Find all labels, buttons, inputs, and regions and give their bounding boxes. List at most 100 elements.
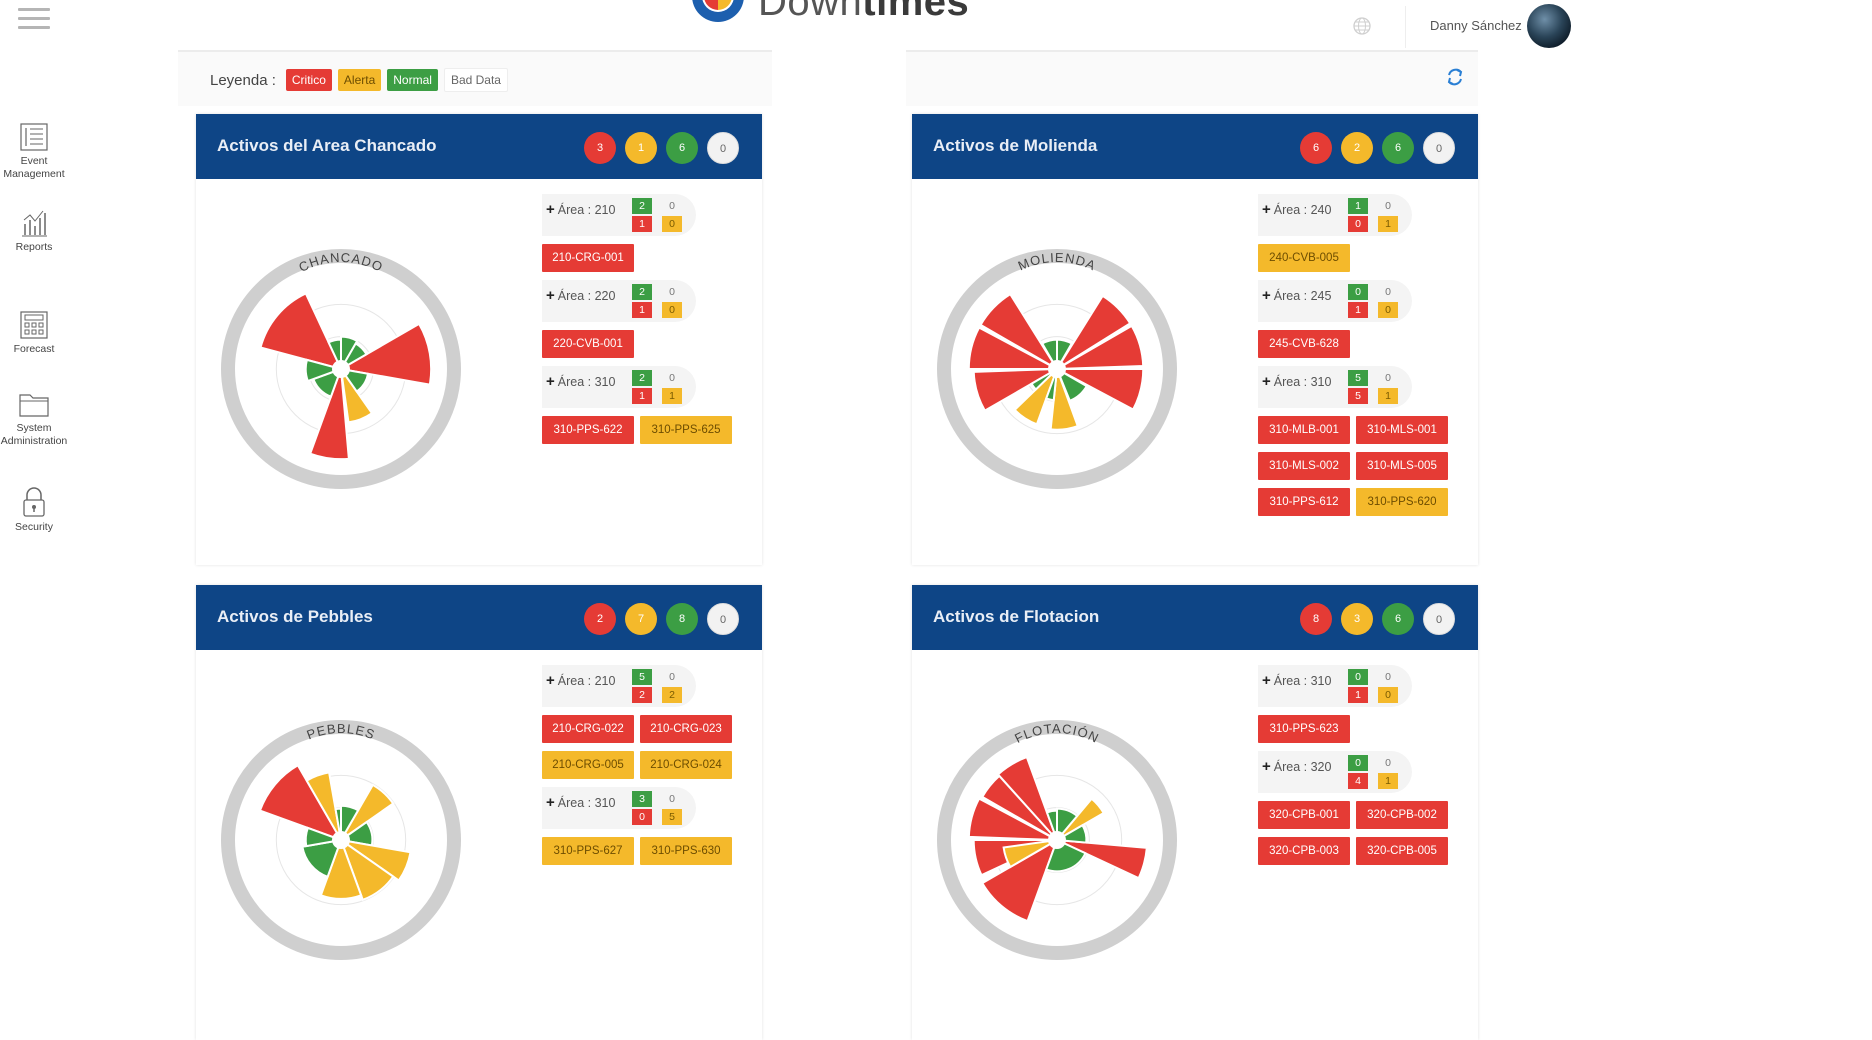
bad-data-count: 0 xyxy=(1385,671,1391,683)
asset-button[interactable]: 310-PPS-620 xyxy=(1356,488,1448,516)
alert-count: 0 xyxy=(662,302,682,318)
radar-chart[interactable]: FLOTACIÓN xyxy=(932,715,1182,965)
area-label[interactable]: + Área : 240 xyxy=(1262,201,1331,218)
area-card-flotacion: Activos de Flotacion 8 3 6 0 FLOTACIÓN +… xyxy=(912,585,1478,1040)
asset-button[interactable]: 310-MLS-005 xyxy=(1356,452,1448,480)
globe-icon[interactable] xyxy=(1352,16,1372,36)
expand-plus-icon[interactable]: + xyxy=(1262,287,1271,304)
alert-count-badge[interactable]: 3 xyxy=(1341,603,1373,635)
expand-plus-icon[interactable]: + xyxy=(546,672,555,689)
asset-button[interactable]: 320-CPB-003 xyxy=(1258,837,1350,865)
area-label[interactable]: + Área : 310 xyxy=(546,794,615,811)
area-label[interactable]: + Área : 320 xyxy=(1262,758,1331,775)
user-name[interactable]: Danny Sánchez xyxy=(1430,18,1522,33)
expand-plus-icon[interactable]: + xyxy=(1262,672,1271,689)
area-summary[interactable]: + Área : 220 2 0 1 0 xyxy=(542,280,696,322)
area-summary[interactable]: + Área : 310 2 0 1 1 xyxy=(542,366,696,408)
critical-count: 1 xyxy=(632,302,652,318)
asset-button[interactable]: 320-CPB-001 xyxy=(1258,801,1350,829)
critical-count-badge[interactable]: 3 xyxy=(584,132,616,164)
bad-data-count-badge[interactable]: 0 xyxy=(1423,603,1455,635)
bad-data-count-badge[interactable]: 0 xyxy=(707,603,739,635)
asset-button[interactable]: 310-PPS-612 xyxy=(1258,488,1350,516)
asset-button[interactable]: 310-MLS-002 xyxy=(1258,452,1350,480)
bad-data-count-badge[interactable]: 0 xyxy=(707,132,739,164)
critical-count: 1 xyxy=(632,388,652,404)
asset-button[interactable]: 245-CVB-628 xyxy=(1258,330,1350,358)
area-list: + Área : 210 5 0 2 2 210-CRG-022 210-CRG-023 210… xyxy=(542,665,762,873)
area-label[interactable]: + Área : 310 xyxy=(1262,373,1331,390)
expand-plus-icon[interactable]: + xyxy=(546,794,555,811)
avatar[interactable] xyxy=(1527,4,1571,48)
radar-sector[interactable] xyxy=(259,292,343,371)
area-label[interactable]: + Área : 210 xyxy=(546,201,615,218)
normal-count-badge[interactable]: 8 xyxy=(666,603,698,635)
asset-button[interactable]: 320-CPB-002 xyxy=(1356,801,1448,829)
asset-row: 210-CRG-005 210-CRG-024 xyxy=(542,751,762,779)
asset-row: 310-PPS-623 xyxy=(1258,715,1478,743)
asset-row: 220-CVB-001 xyxy=(542,330,762,358)
sidebar-item-label: Reports xyxy=(15,241,53,253)
radar-chart[interactable]: PEBBLES xyxy=(216,715,466,965)
lock-icon xyxy=(23,487,45,517)
critical-count-badge[interactable]: 2 xyxy=(584,603,616,635)
card-header: Activos de Flotacion 8 3 6 0 xyxy=(912,585,1478,650)
alert-count-badge[interactable]: 1 xyxy=(625,132,657,164)
radar-chart[interactable]: MOLIENDA xyxy=(932,244,1182,494)
asset-button[interactable]: 310-PPS-623 xyxy=(1258,715,1350,743)
sidebar-item-system-administration[interactable]: System Administration xyxy=(0,389,68,448)
area-summary[interactable]: + Área : 310 5 0 5 1 xyxy=(1258,366,1412,408)
asset-button[interactable]: 310-PPS-625 xyxy=(640,416,732,444)
bad-data-count-badge[interactable]: 0 xyxy=(1423,132,1455,164)
area-summary[interactable]: + Área : 310 3 0 0 5 xyxy=(542,787,696,829)
area-summary[interactable]: + Área : 210 5 0 2 2 xyxy=(542,665,696,707)
normal-count-badge[interactable]: 6 xyxy=(1382,603,1414,635)
area-label[interactable]: + Área : 245 xyxy=(1262,287,1331,304)
normal-count-badge[interactable]: 6 xyxy=(666,132,698,164)
area-summary[interactable]: + Área : 310 0 0 1 0 xyxy=(1258,665,1412,707)
normal-count: 2 xyxy=(632,198,652,214)
sidebar-item-security[interactable]: Security xyxy=(0,486,68,534)
asset-button[interactable]: 310-PPS-630 xyxy=(640,837,732,865)
area-label[interactable]: + Área : 310 xyxy=(546,373,615,390)
area-label[interactable]: + Área : 310 xyxy=(1262,672,1331,689)
asset-button[interactable]: 320-CPB-005 xyxy=(1356,837,1448,865)
area-label[interactable]: + Área : 220 xyxy=(546,287,615,304)
alert-count-badge[interactable]: 7 xyxy=(625,603,657,635)
area-summary[interactable]: + Área : 320 0 0 4 1 xyxy=(1258,751,1412,793)
expand-plus-icon[interactable]: + xyxy=(1262,373,1271,390)
asset-button[interactable]: 240-CVB-005 xyxy=(1258,244,1350,272)
sidebar-item-forecast[interactable]: Forecast xyxy=(0,310,68,356)
expand-plus-icon[interactable]: + xyxy=(1262,758,1271,775)
area-summary[interactable]: + Área : 210 2 0 1 0 xyxy=(542,194,696,236)
critical-count-badge[interactable]: 6 xyxy=(1300,132,1332,164)
sidebar: Event Management Reports Forecast System… xyxy=(0,0,86,1040)
area-label[interactable]: + Área : 210 xyxy=(546,672,615,689)
area-list: + Área : 210 2 0 1 0 210-CRG-001 + Área : 220 2 0 1… xyxy=(542,194,762,452)
sidebar-item-event-management[interactable]: Event Management xyxy=(0,122,68,181)
refresh-icon[interactable] xyxy=(1444,66,1466,88)
expand-plus-icon[interactable]: + xyxy=(546,373,555,390)
sidebar-item-reports[interactable]: Reports xyxy=(0,208,68,254)
critical-count-badge[interactable]: 8 xyxy=(1300,603,1332,635)
expand-plus-icon[interactable]: + xyxy=(546,287,555,304)
expand-plus-icon[interactable]: + xyxy=(546,201,555,218)
asset-button[interactable]: 310-PPS-622 xyxy=(542,416,634,444)
asset-button[interactable]: 210-CRG-001 xyxy=(542,244,634,272)
expand-plus-icon[interactable]: + xyxy=(1262,201,1271,218)
asset-button[interactable]: 210-CRG-022 xyxy=(542,715,634,743)
sidebar-item-label: System Administration xyxy=(0,422,68,447)
asset-button[interactable]: 310-PPS-627 xyxy=(542,837,634,865)
asset-button[interactable]: 310-MLS-001 xyxy=(1356,416,1448,444)
hamburger-menu-icon[interactable] xyxy=(18,8,50,34)
asset-button[interactable]: 210-CRG-005 xyxy=(542,751,634,779)
radar-chart[interactable]: CHANCADO xyxy=(216,244,466,494)
area-summary[interactable]: + Área : 240 1 0 0 1 xyxy=(1258,194,1412,236)
area-summary[interactable]: + Área : 245 0 0 1 0 xyxy=(1258,280,1412,322)
normal-count-badge[interactable]: 6 xyxy=(1382,132,1414,164)
alert-count-badge[interactable]: 2 xyxy=(1341,132,1373,164)
asset-button[interactable]: 210-CRG-023 xyxy=(640,715,732,743)
asset-button[interactable]: 220-CVB-001 xyxy=(542,330,634,358)
asset-button[interactable]: 310-MLB-001 xyxy=(1258,416,1350,444)
asset-button[interactable]: 210-CRG-024 xyxy=(640,751,732,779)
